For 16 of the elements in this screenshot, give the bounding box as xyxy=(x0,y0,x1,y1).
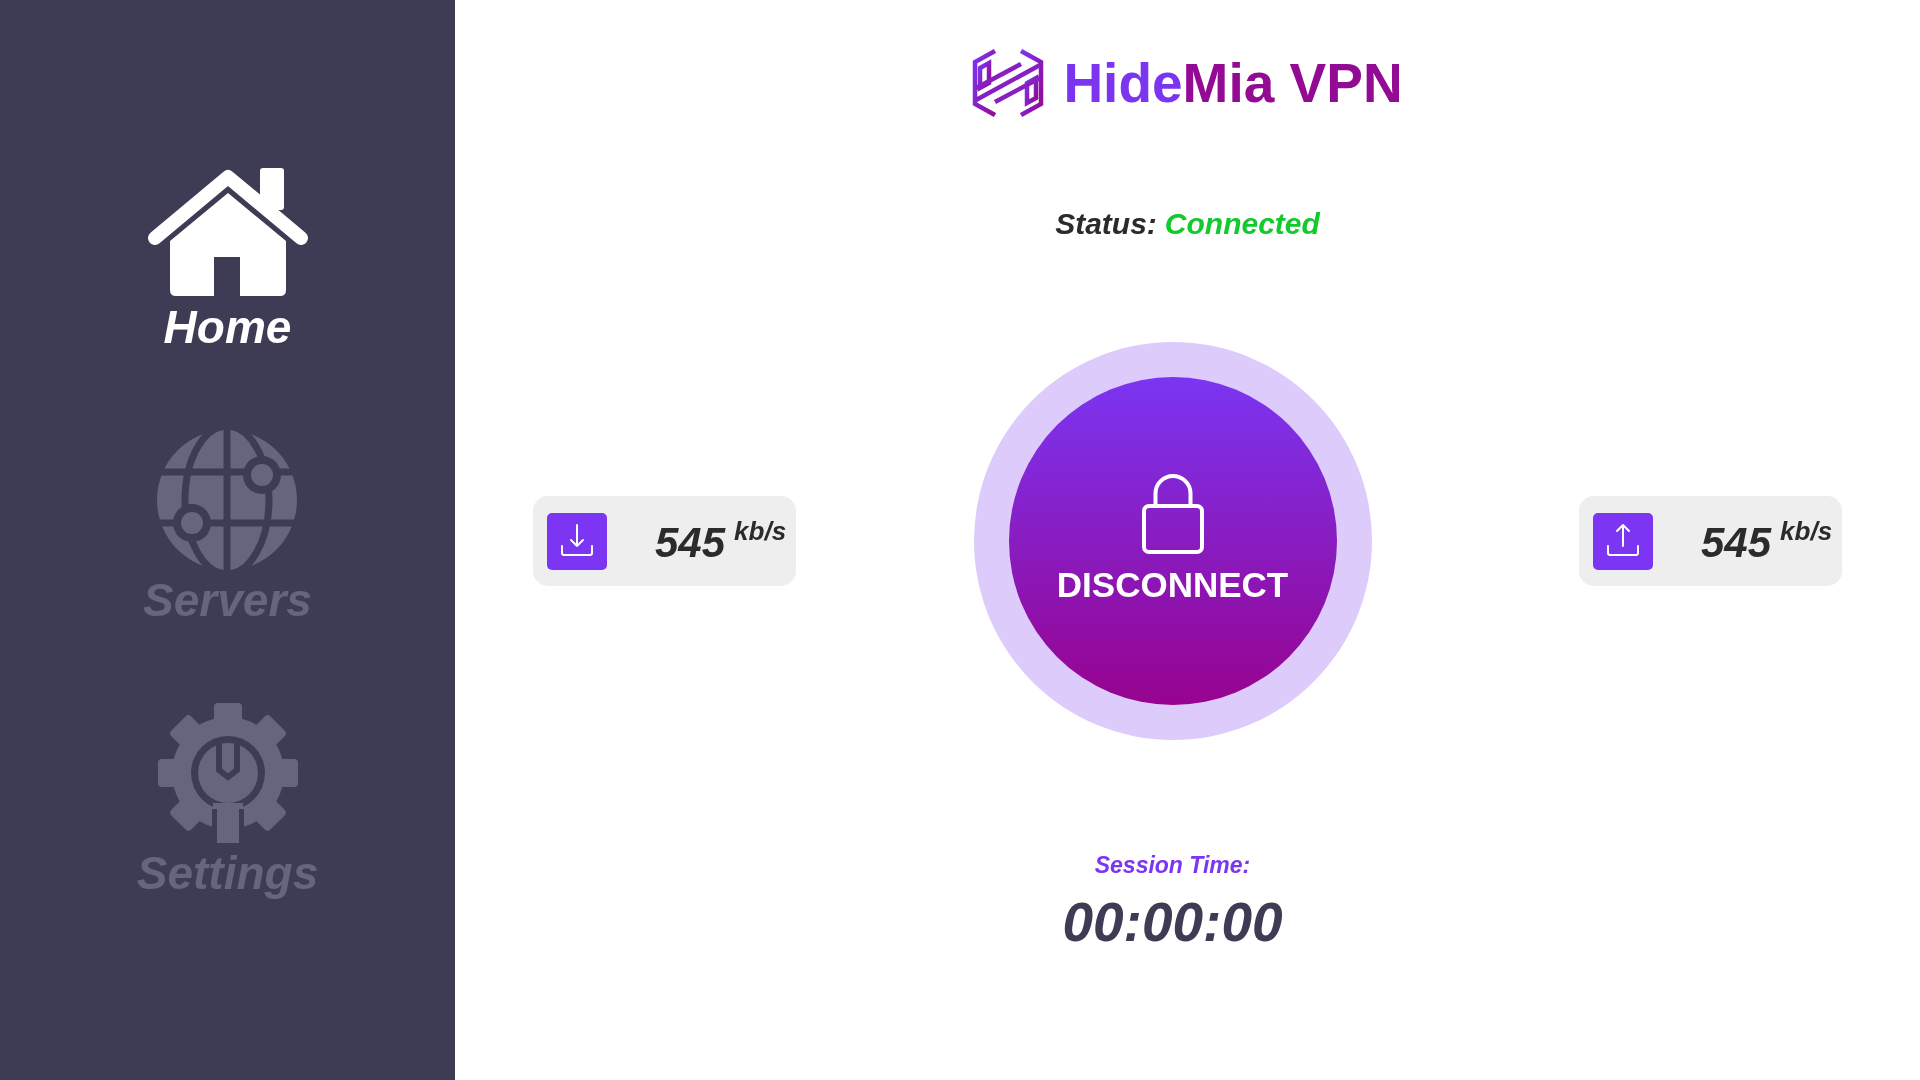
status-label: Status: xyxy=(1055,206,1157,242)
session-time: 00:00:00 xyxy=(1062,890,1283,954)
speed-value: 545 xyxy=(1701,522,1772,564)
status-value: Connected xyxy=(1164,206,1320,242)
upload-icon xyxy=(1593,512,1653,570)
download-icon xyxy=(547,512,607,570)
speed-unit: kb/s xyxy=(734,517,787,544)
home-icon xyxy=(146,167,309,297)
logo-text: HideMia VPN xyxy=(1063,55,1403,111)
logo-icon xyxy=(972,48,1045,118)
disconnect-button[interactable]: DISCONNECT xyxy=(1008,377,1337,705)
nav-item[interactable]: Home xyxy=(146,167,309,355)
speed-unit: kb/s xyxy=(1780,517,1833,544)
speed-value: 545 xyxy=(655,522,726,564)
session-label: Session Time: xyxy=(1094,851,1251,879)
globe-icon xyxy=(157,430,298,570)
